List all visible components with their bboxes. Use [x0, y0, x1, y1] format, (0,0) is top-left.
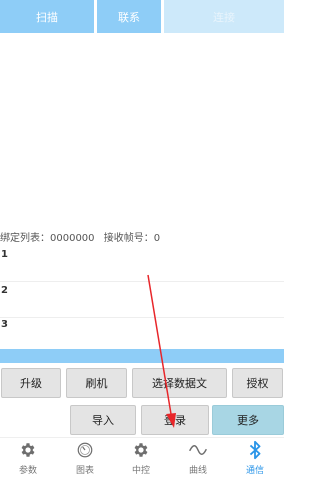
scan-button[interactable]: 扫描: [0, 0, 94, 33]
row-number: 3: [1, 319, 8, 330]
nav-label: 图表: [75, 466, 94, 476]
nav-label: 参数: [18, 466, 37, 476]
list-item: 2: [0, 282, 284, 318]
more-button[interactable]: 更多: [212, 405, 284, 435]
nav-item-control[interactable]: 中控: [113, 438, 169, 480]
status-info: 绑定列表：0000000 接收帧号：0: [0, 229, 166, 244]
bottom-nav: 参数 图表 中控 曲线 通信: [0, 437, 284, 480]
nav-item-chart[interactable]: 图表: [57, 438, 113, 480]
nav-item-curve[interactable]: 曲线: [170, 438, 226, 480]
upgrade-button[interactable]: 升级: [1, 368, 61, 398]
top-bar: 扫描 联系 连接: [0, 0, 284, 34]
nav-label: 曲线: [188, 466, 207, 476]
row-number: 1: [1, 249, 8, 260]
gear-icon: [131, 440, 151, 460]
gauge-icon: [75, 440, 95, 460]
gear-icon: [18, 440, 38, 460]
login-button[interactable]: 登录: [141, 405, 209, 435]
nav-label: 中控: [131, 466, 150, 476]
list-item: 3: [0, 316, 284, 352]
authorize-button[interactable]: 授权: [232, 368, 283, 398]
list-item: 1: [0, 246, 284, 282]
recv-frame-text: 接收帧号：0: [103, 233, 161, 244]
contact-button[interactable]: 联系: [97, 0, 161, 33]
wave-icon: [188, 440, 208, 460]
flash-button[interactable]: 刷机: [66, 368, 127, 398]
bluetooth-icon: [245, 440, 265, 460]
import-button[interactable]: 导入: [70, 405, 136, 435]
select-data-file-button[interactable]: 选择数据文: [132, 368, 227, 398]
nav-item-params[interactable]: 参数: [0, 438, 56, 480]
row-number: 2: [1, 285, 8, 296]
nav-label: 通信: [245, 466, 264, 476]
nav-item-communication[interactable]: 通信: [227, 438, 283, 480]
bind-list-text: 绑定列表：0000000: [0, 233, 95, 244]
blue-divider: [0, 349, 284, 363]
connect-button[interactable]: 连接: [164, 0, 284, 33]
